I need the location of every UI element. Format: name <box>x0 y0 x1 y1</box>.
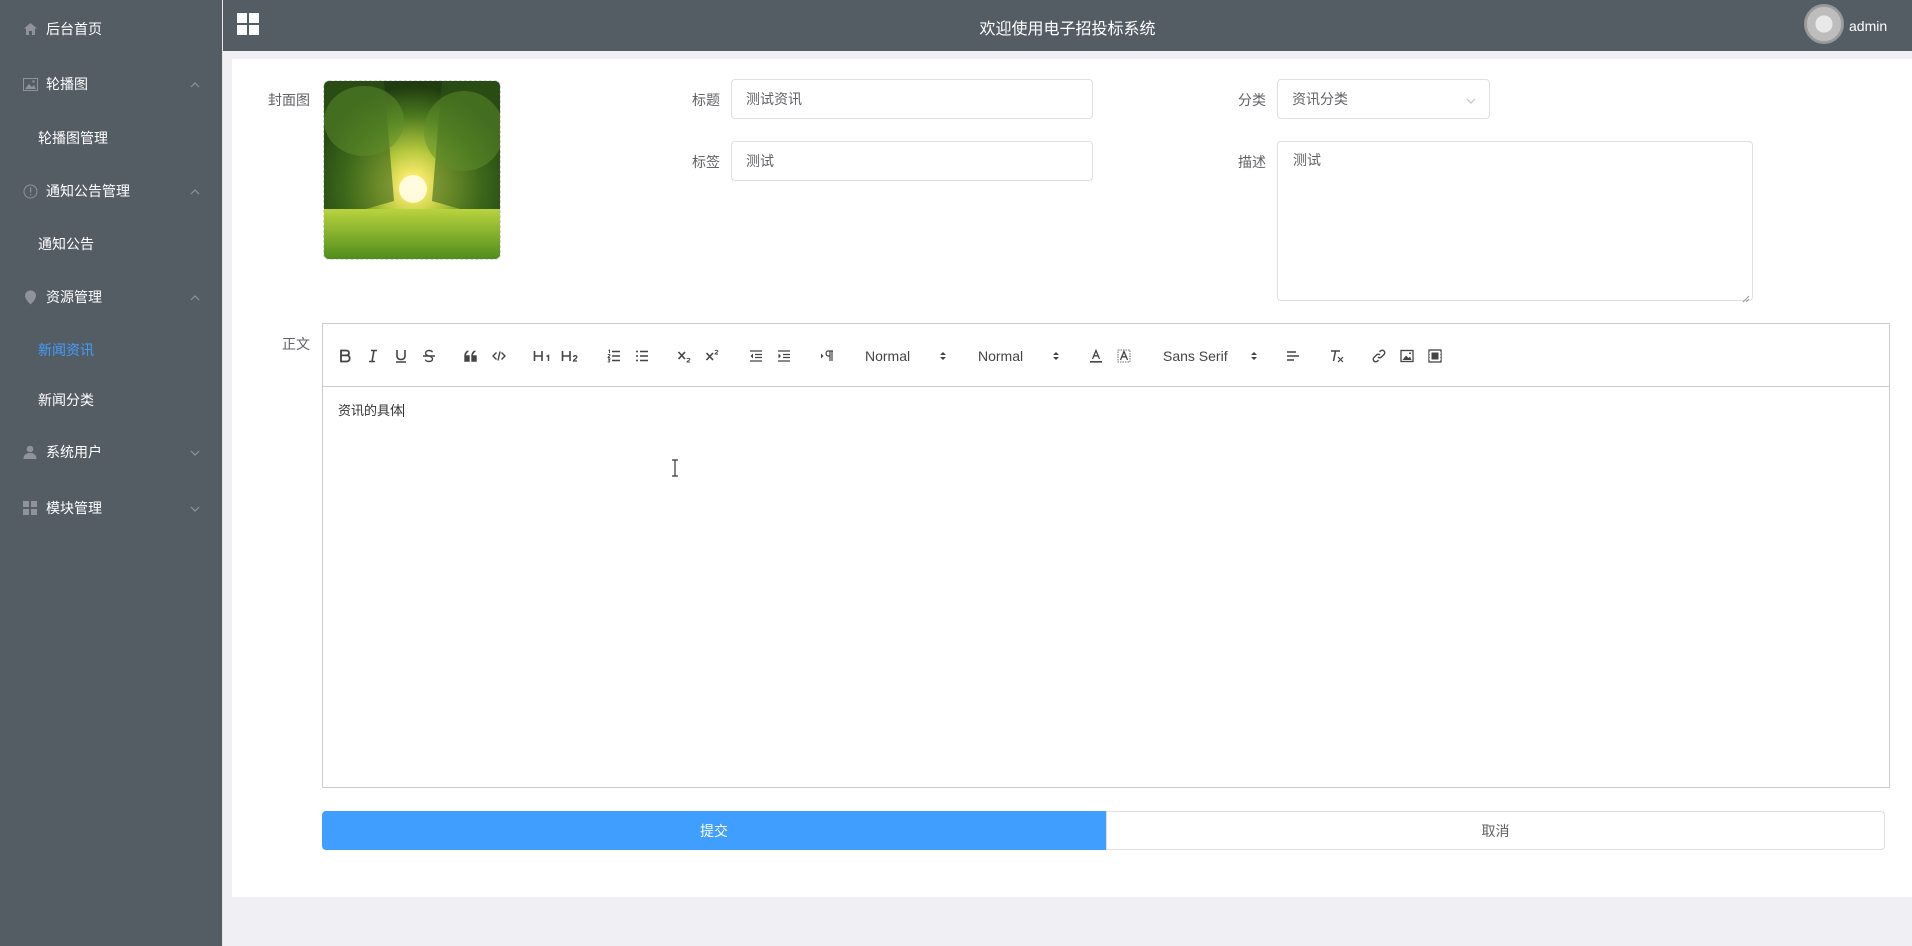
sidebar-item-resources[interactable]: 资源管理 <box>0 277 223 317</box>
editor-toolbar: Normal Normal Sans Serif <box>323 324 1889 387</box>
sidebar-item-modules[interactable]: 模块管理 <box>0 488 223 528</box>
ibeam-cursor-icon <box>670 459 680 477</box>
sidebar-item-news-category[interactable]: 新闻分类 <box>0 380 223 420</box>
ordered-list-icon[interactable] <box>604 346 624 366</box>
size-select-value: Normal <box>978 348 1024 364</box>
cover-image-upload[interactable] <box>323 80 501 260</box>
font-select-value: Sans Serif <box>1163 348 1228 364</box>
category-select-value: 资讯分类 <box>1292 91 1348 107</box>
text-color-icon[interactable] <box>1086 346 1106 366</box>
sort-caret-icon <box>939 349 947 363</box>
tags-input[interactable]: 测试 <box>731 141 1093 181</box>
grid-icon <box>22 500 38 516</box>
chevron-up-icon <box>189 291 201 303</box>
description-value: 测试 <box>1293 152 1321 168</box>
h2-icon[interactable] <box>560 346 582 366</box>
rich-text-editor: Normal Normal Sans Serif 资讯的具体 <box>322 323 1890 788</box>
page-title: 欢迎使用电子招投标系统 <box>979 21 1156 38</box>
bullet-list-icon[interactable] <box>632 346 652 366</box>
cover-label: 封面图 <box>268 92 310 108</box>
text-caret <box>403 404 405 417</box>
strike-icon[interactable] <box>419 346 439 366</box>
title-input-value: 测试资讯 <box>746 91 802 107</box>
body-label: 正文 <box>282 336 310 352</box>
sidebar: 后台首页 轮播图 轮播图管理 通知公告管理 通知公告 资源管理 新闻资讯 新闻分… <box>0 0 223 946</box>
sidebar-item-notice[interactable]: 通知公告管理 <box>0 171 223 211</box>
rtl-icon[interactable] <box>817 346 837 366</box>
editor-content[interactable]: 资讯的具体 <box>323 388 1889 788</box>
sidebar-item-label: 通知公告 <box>38 236 94 252</box>
category-select[interactable]: 资讯分类 <box>1277 79 1490 119</box>
h1-icon[interactable] <box>532 346 554 366</box>
blockquote-icon[interactable] <box>461 346 481 366</box>
align-icon[interactable] <box>1283 346 1303 366</box>
header-select-value: Normal <box>865 348 911 364</box>
home-icon <box>22 21 38 37</box>
sidebar-item-system-users[interactable]: 系统用户 <box>0 432 223 472</box>
code-block-icon[interactable] <box>489 346 509 366</box>
outdent-icon[interactable] <box>746 346 766 366</box>
sidebar-item-carousel-manage[interactable]: 轮播图管理 <box>0 118 223 158</box>
header-select[interactable]: Normal <box>865 345 947 367</box>
clear-format-icon[interactable] <box>1327 346 1347 366</box>
title-input[interactable]: 测试资讯 <box>731 79 1093 119</box>
sort-caret-icon <box>1052 349 1060 363</box>
bold-icon[interactable] <box>335 346 355 366</box>
username[interactable]: admin <box>1849 18 1887 34</box>
description-textarea[interactable]: 测试 <box>1277 141 1753 303</box>
sidebar-item-label: 模块管理 <box>46 500 102 516</box>
sidebar-item-label: 系统用户 <box>46 444 102 460</box>
sidebar-item-news[interactable]: 新闻资讯 <box>0 330 223 370</box>
image-insert-icon[interactable] <box>1397 346 1417 366</box>
indent-icon[interactable] <box>774 346 794 366</box>
cover-image <box>324 81 500 259</box>
editor-body-text: 资讯的具体 <box>338 403 404 418</box>
title-label: 标题 <box>692 92 720 108</box>
cancel-button[interactable]: 取消 <box>1106 811 1885 850</box>
background-color-icon[interactable] <box>1114 346 1134 366</box>
sort-caret-icon <box>1250 349 1258 363</box>
description-label: 描述 <box>1238 154 1266 170</box>
top-header: 欢迎使用电子招投标系统 admin <box>223 0 1912 51</box>
sidebar-item-label: 轮播图 <box>46 76 88 92</box>
chevron-up-icon <box>189 78 201 90</box>
sidebar-item-label: 通知公告管理 <box>46 183 130 199</box>
video-insert-icon[interactable] <box>1425 346 1445 366</box>
sidebar-item-label: 后台首页 <box>46 21 102 37</box>
tags-label: 标签 <box>692 154 720 170</box>
avatar[interactable] <box>1804 4 1844 44</box>
sidebar-item-label: 轮播图管理 <box>38 130 108 146</box>
chevron-down-icon <box>189 446 201 458</box>
user-icon <box>22 444 38 460</box>
tags-input-value: 测试 <box>746 153 774 169</box>
chevron-down-icon <box>189 502 201 514</box>
chevron-up-icon <box>189 185 201 197</box>
subscript-icon[interactable] <box>675 346 695 366</box>
sidebar-item-label: 新闻资讯 <box>38 342 94 358</box>
info-icon <box>22 183 38 199</box>
underline-icon[interactable] <box>391 346 411 366</box>
link-icon[interactable] <box>1369 346 1389 366</box>
sidebar-item-notice-list[interactable]: 通知公告 <box>0 224 223 264</box>
font-select[interactable]: Sans Serif <box>1163 345 1258 367</box>
sidebar-item-home[interactable]: 后台首页 <box>0 9 223 49</box>
image-icon <box>22 76 38 92</box>
location-icon <box>22 289 38 305</box>
size-select[interactable]: Normal <box>978 345 1060 367</box>
sidebar-item-carousel[interactable]: 轮播图 <box>0 64 223 104</box>
italic-icon[interactable] <box>363 346 383 366</box>
sidebar-item-label: 新闻分类 <box>38 392 94 408</box>
category-label: 分类 <box>1238 92 1266 108</box>
superscript-icon[interactable] <box>703 346 723 366</box>
chevron-down-icon <box>1465 94 1477 106</box>
resize-handle-icon[interactable] <box>1742 290 1750 303</box>
sidebar-item-label: 资源管理 <box>46 289 102 305</box>
submit-button[interactable]: 提交 <box>322 811 1106 850</box>
